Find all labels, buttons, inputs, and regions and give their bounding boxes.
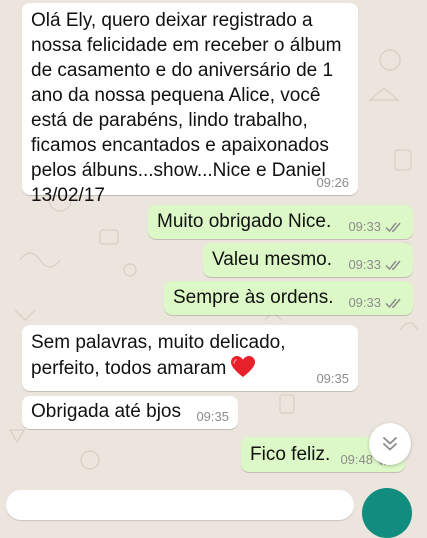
message-time: 09:48 (340, 452, 373, 467)
message-time: 09:35 (196, 409, 229, 424)
message-bubble-incoming[interactable]: Obrigada até bjos 09:35 (22, 396, 238, 429)
message-time: 09:35 (316, 371, 349, 386)
message-text: Olá Ely, quero deixar registrado a nossa… (31, 10, 342, 206)
message-bubble-outgoing[interactable]: Muito obrigado Nice. 09:33 (148, 205, 413, 239)
mic-button[interactable] (362, 488, 412, 538)
message-bubble-incoming[interactable]: Olá Ely, quero deixar registrado a nossa… (22, 3, 358, 206)
message-text-line-1: Sem palavras, muito delicado, (31, 332, 286, 353)
double-check-icon (385, 260, 401, 271)
message-time: 09:33 (348, 257, 381, 272)
message-time: 09:26 (316, 175, 349, 190)
message-meta: 09:35 (196, 410, 229, 424)
message-time: 09:33 (348, 295, 381, 310)
message-meta: 09:33 (348, 296, 404, 310)
red-heart-icon (231, 356, 256, 377)
message-bubble-outgoing[interactable]: Valeu mesmo. 09:33 (203, 243, 413, 277)
double-check-icon (385, 298, 401, 309)
message-input[interactable] (6, 490, 354, 520)
message-meta: 09:33 (348, 258, 404, 272)
message-meta: 09:26 (316, 176, 349, 190)
double-check-icon (385, 222, 401, 233)
message-bubble-incoming[interactable]: Sem palavras, muito delicado, perfeito, … (22, 325, 358, 391)
message-time: 09:33 (348, 219, 381, 234)
scroll-to-bottom-button[interactable] (369, 423, 411, 465)
message-meta: 09:33 (348, 220, 404, 234)
double-chevron-down-icon (383, 437, 397, 451)
message-text-line-2: perfeito, todos amaram (31, 358, 227, 379)
message-text-line-2-wrapper: perfeito, todos amaram (31, 355, 348, 381)
message-bubble-outgoing[interactable]: Sempre às ordens. 09:33 (164, 281, 413, 315)
message-meta: 09:35 (316, 372, 349, 386)
